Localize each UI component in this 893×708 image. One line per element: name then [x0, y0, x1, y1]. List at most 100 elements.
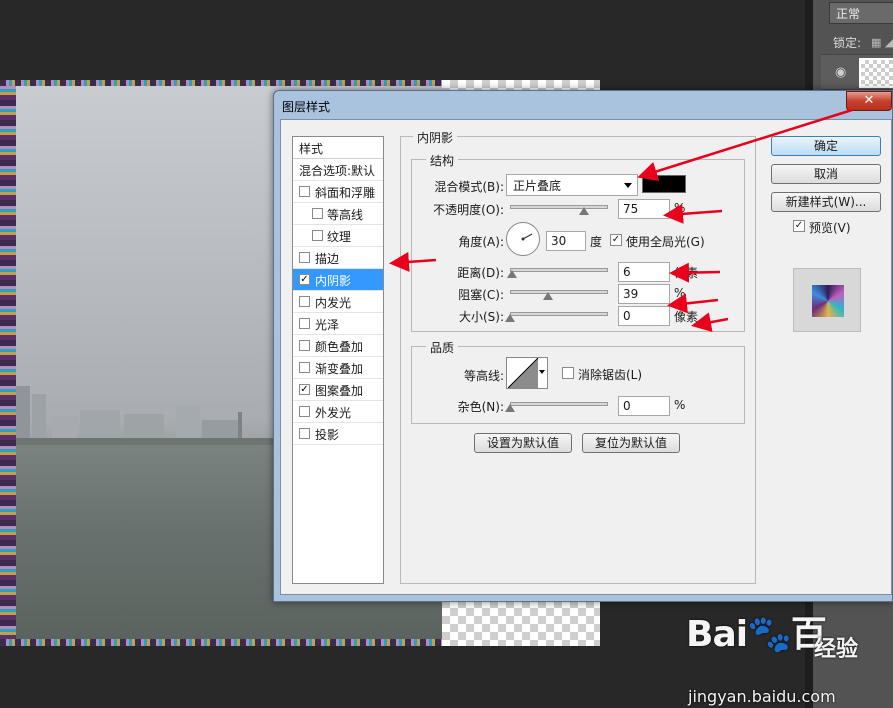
opacity-slider-track[interactable]	[510, 205, 608, 209]
distance-slider-track[interactable]	[510, 268, 608, 272]
style-checkbox[interactable]: ✓	[299, 384, 310, 395]
shadow-color-swatch[interactable]	[642, 175, 686, 193]
choke-label: 阻塞(C):	[458, 288, 504, 302]
style-list-item[interactable]: 内发光	[293, 291, 383, 313]
style-list-item[interactable]: ✓ 图案叠加	[293, 379, 383, 401]
noise-label: 杂色(N):	[457, 400, 504, 414]
style-list-header[interactable]: 样式	[293, 137, 383, 159]
style-list-item[interactable]: 投影	[293, 423, 383, 445]
layer-row[interactable]: ◉	[821, 54, 893, 90]
global-light-checkbox[interactable]: ✓	[610, 234, 622, 246]
chevron-down-icon	[624, 183, 632, 188]
section-title: 内阴影	[413, 129, 458, 146]
style-checkbox[interactable]: ✓	[299, 274, 310, 285]
contour-chevron-down-icon	[539, 370, 545, 374]
style-list: 样式 混合选项:默认 斜面和浮雕 等高线 纹理 描边 ✓ 内阴影 内发光 光泽 颜色叠加 渐变叠加 ✓…	[292, 136, 384, 584]
style-list-item[interactable]: 颜色叠加	[293, 335, 383, 357]
angle-dial[interactable]	[506, 222, 540, 256]
style-list-item[interactable]: 斜面和浮雕	[293, 181, 383, 203]
style-checkbox[interactable]	[299, 252, 310, 263]
eye-icon[interactable]: ◉	[835, 65, 846, 80]
angle-unit: 度	[590, 235, 603, 249]
lock-label: 锁定:	[833, 36, 862, 50]
make-default-button[interactable]: 设置为默认值	[474, 433, 572, 453]
layer-style-dialog: 图层样式 ✕ 样式 混合选项:默认斜面和浮雕等高线纹理描边 ✓ 内阴影内发光光泽颜色…	[273, 90, 893, 602]
antialias-checkbox[interactable]	[562, 367, 574, 379]
choke-slider-track[interactable]	[510, 290, 608, 294]
blend-mode-value: 正片叠底	[513, 179, 562, 193]
size-slider-thumb[interactable]	[505, 314, 515, 322]
style-preview	[793, 268, 861, 332]
style-list-item[interactable]: 外发光	[293, 401, 383, 423]
style-checkbox[interactable]	[299, 362, 310, 373]
style-list-item[interactable]: 光泽	[293, 313, 383, 335]
style-list-item-label: 等高线	[327, 208, 364, 222]
style-list-item-label: 投影	[315, 428, 340, 442]
style-list-item[interactable]: ✓ 内阴影	[293, 269, 383, 291]
style-list-item[interactable]: 纹理	[293, 225, 383, 247]
noise-input[interactable]: 0	[618, 396, 670, 416]
style-list-item-label: 图案叠加	[315, 384, 364, 398]
inner-shadow-panel: 内阴影 结构 混合模式(B): 正片叠底 不透明度(O): 75 % 角度(A)…	[400, 129, 756, 584]
layer-thumbnail[interactable]	[859, 58, 893, 88]
style-list-item[interactable]: 描边	[293, 247, 383, 269]
preview-label: 预览(V)	[809, 221, 851, 235]
structure-group: 结构 混合模式(B): 正片叠底 不透明度(O): 75 % 角度(A): 30…	[411, 152, 745, 332]
style-checkbox[interactable]	[299, 428, 310, 439]
style-list-item-label: 斜面和浮雕	[315, 186, 376, 200]
size-slider-track[interactable]	[510, 312, 608, 316]
paw-icon: 🐾	[747, 614, 792, 655]
cancel-button[interactable]: 取消	[771, 164, 881, 184]
style-checkbox[interactable]	[299, 296, 310, 307]
choke-slider-thumb[interactable]	[543, 292, 554, 300]
style-checkbox[interactable]	[312, 230, 323, 241]
noise-slider-thumb[interactable]	[505, 404, 515, 412]
pattern-border-top	[0, 80, 442, 86]
antialias-label: 消除锯齿(L)	[578, 368, 643, 382]
style-checkbox[interactable]	[299, 406, 310, 417]
style-checkbox[interactable]	[312, 208, 323, 219]
contour-picker[interactable]	[506, 357, 548, 389]
size-input[interactable]: 0	[618, 306, 670, 326]
opacity-input[interactable]: 75	[618, 199, 670, 219]
choke-input[interactable]: 39	[618, 284, 670, 304]
quality-legend: 品质	[426, 339, 459, 356]
contour-label: 等高线:	[463, 369, 504, 383]
new-style-button[interactable]: 新建样式(W)...	[771, 192, 881, 212]
style-list-item-label: 颜色叠加	[315, 340, 364, 354]
distance-slider-thumb[interactable]	[506, 270, 517, 278]
style-checkbox[interactable]	[299, 340, 310, 351]
style-checkbox[interactable]	[299, 318, 310, 329]
noise-unit: %	[674, 398, 686, 412]
style-list-item[interactable]: 混合选项:默认	[293, 159, 383, 181]
close-button[interactable]: ✕	[846, 91, 892, 111]
style-list-item-label: 内发光	[315, 296, 352, 310]
ok-button[interactable]: 确定	[771, 136, 881, 156]
style-list-item-label: 外发光	[315, 406, 352, 420]
style-checkbox[interactable]	[299, 186, 310, 197]
blend-mode-dropdown[interactable]: 正片叠底	[506, 174, 638, 196]
watermark-cn: 经验	[814, 637, 859, 662]
size-label: 大小(S):	[458, 310, 504, 324]
dialog-titlebar[interactable]: 图层样式 ✕	[274, 91, 892, 119]
pattern-border-left	[0, 80, 16, 646]
lock-icons[interactable]: ▦ ◢	[871, 36, 893, 49]
distance-input[interactable]: 6	[618, 262, 670, 282]
angle-input[interactable]: 30	[546, 231, 586, 251]
style-list-item-label: 光泽	[315, 318, 340, 332]
style-list-item[interactable]: 等高线	[293, 203, 383, 225]
layer-blend-mode-dropdown[interactable]: 正常	[829, 2, 893, 24]
preview-checkbox[interactable]: ✓	[793, 220, 805, 232]
opacity-slider-thumb[interactable]	[578, 207, 589, 215]
dialog-title: 图层样式	[282, 100, 331, 114]
style-list-item-label: 纹理	[327, 230, 352, 244]
style-list-item-label: 内阴影	[315, 274, 352, 288]
style-list-item[interactable]: 渐变叠加	[293, 357, 383, 379]
watermark-logo: Bai🐾百	[686, 605, 827, 657]
noise-slider-track[interactable]	[510, 402, 608, 406]
style-preview-thumbnail	[812, 285, 844, 317]
distance-unit: 像素	[674, 266, 699, 280]
pattern-border-bottom	[0, 639, 442, 646]
reset-default-button[interactable]: 复位为默认值	[582, 433, 680, 453]
style-list-item-label: 描边	[315, 252, 340, 266]
